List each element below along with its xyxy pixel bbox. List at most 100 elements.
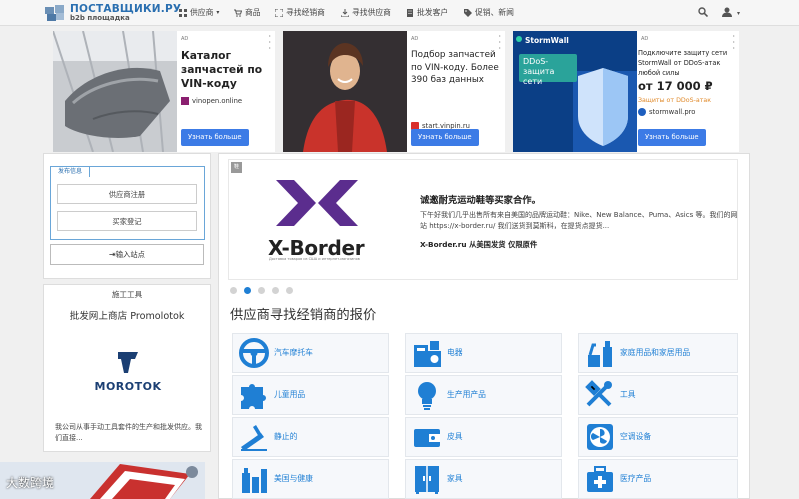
watermark: 大数跨境 <box>6 476 55 490</box>
cart-icon <box>234 9 242 17</box>
ad-image-brand: StormWall <box>525 36 569 45</box>
user-icon[interactable] <box>722 7 732 17</box>
category-label: 家具 <box>447 474 463 483</box>
carousel-dot[interactable] <box>286 287 293 294</box>
ad-price: от 17 000 ₽ <box>638 79 713 93</box>
section-title: 供应商寻找经销商的报价 <box>230 308 377 323</box>
category-item[interactable]: 美国与健康 <box>232 459 389 499</box>
category-item[interactable]: 生产用产品 <box>405 375 562 415</box>
site-favicon-icon <box>638 108 646 116</box>
nav-find-suppliers[interactable]: 寻找供应商 <box>341 7 391 18</box>
ad-image-text: DDoS-защита сети <box>519 54 577 86</box>
banner-site[interactable]: X-Border.ru 从美国发货 仅限原件 <box>420 240 537 250</box>
category-label: 医疗产品 <box>620 474 652 483</box>
ad-domain-text: stormwall.pro <box>649 108 696 116</box>
category-label: 空调设备 <box>620 432 652 441</box>
nav-promotions-label: 促销、新闻 <box>475 8 514 17</box>
cleaning-icon <box>588 341 612 367</box>
ad-image-car-parts <box>53 31 177 152</box>
nav-find-distributors[interactable]: 寻找经销商 <box>275 7 325 18</box>
stationery-icon <box>241 425 267 451</box>
category-label: 美国与健康 <box>274 474 313 483</box>
nav-suppliers-label: 供应商 <box>190 8 214 17</box>
learn-more-button[interactable]: Узнать больше <box>411 129 479 146</box>
category-item[interactable]: 静止的 <box>232 417 389 457</box>
carousel-dot[interactable] <box>244 287 251 294</box>
login-label: 输入站点 <box>115 250 145 259</box>
tools-icon <box>585 380 612 407</box>
category-label: 生产用产品 <box>447 390 486 399</box>
nav-goods[interactable]: 商品 <box>234 7 261 18</box>
ad-card-vinpin[interactable]: AD · · · Подбор запчастей по VIN-коду. Бол… <box>283 31 505 152</box>
shield-graphic-icon <box>513 31 637 152</box>
logo-subtitle: b2b площадка <box>70 14 130 22</box>
tools-card-subtitle[interactable]: 批发网上商店 Promolotok <box>43 308 211 322</box>
tools-card-description: 我公司从事手动工具套件的生产和批发供应。我们直接... <box>55 423 202 442</box>
learn-more-button[interactable]: Узнать больше <box>181 129 249 146</box>
ad-domain: stormwall.pro <box>638 108 695 116</box>
category-item[interactable]: 医疗产品 <box>578 459 738 499</box>
login-button[interactable]: ⇥输入站点 <box>50 244 204 265</box>
nav-wholesale-clients-label: 批发客户 <box>417 8 449 17</box>
x-border-tagline: Доставка товаров из США и интернет-магаз… <box>269 257 360 261</box>
nav-suppliers[interactable]: 供应商 ▾ <box>179 7 219 18</box>
puzzle-icon <box>241 384 266 409</box>
category-label: 皮具 <box>447 432 463 441</box>
banner-category-badge: 鞋 <box>231 162 242 173</box>
buyer-register-button[interactable]: 买家登记 <box>57 211 197 231</box>
ad-label: AD <box>641 36 649 42</box>
appliances-icon <box>414 341 441 367</box>
tools-card-title: 施工工具 <box>111 290 143 299</box>
nav-wholesale-clients[interactable]: 批发客户 <box>406 7 448 18</box>
site-favicon-icon <box>181 97 189 105</box>
nav-promotions[interactable]: 促销、新闻 <box>464 7 514 18</box>
search-icon[interactable] <box>698 7 708 17</box>
x-border-logo-icon <box>276 180 358 226</box>
category-label: 静止的 <box>274 432 298 441</box>
ad-title: Подключите защиту сети StormWall от DDoS… <box>638 49 728 77</box>
promolotok-logo: MOROTOK <box>92 350 164 394</box>
carousel-dot[interactable] <box>272 287 279 294</box>
nav-goods-label: 商品 <box>245 8 261 17</box>
carousel-dot[interactable] <box>258 287 265 294</box>
category-item[interactable]: 家庭用品和家居用品 <box>578 333 738 373</box>
ad-image-mechanic <box>283 31 407 152</box>
ad-label: AD <box>411 36 419 42</box>
ad-domain: vinopen.online <box>181 97 242 105</box>
fan-icon <box>587 424 613 450</box>
category-label: 家庭用品和家居用品 <box>620 348 691 357</box>
grid-icon <box>179 8 187 17</box>
nav-find-suppliers-label: 寻找供应商 <box>352 8 391 17</box>
banner-title[interactable]: 诚邀耐克运动鞋等买家合作。 <box>420 192 541 206</box>
category-label: 汽车摩托车 <box>274 348 313 357</box>
logo-text: MOROTOK <box>94 380 162 393</box>
category-item[interactable]: 汽车摩托车 <box>232 333 389 373</box>
publish-tab[interactable]: 发布信息 <box>50 166 90 177</box>
tag-icon <box>464 8 472 17</box>
supplier-register-button[interactable]: 供应商注册 <box>57 184 197 204</box>
category-item[interactable]: 儿童用品 <box>232 375 389 415</box>
ad-domain-text: vinopen.online <box>192 97 243 105</box>
wallet-icon <box>414 429 440 447</box>
category-item[interactable]: 电器 <box>405 333 562 373</box>
ad-card-stormwall[interactable]: StormWall DDoS-защита сети AD · · · Подклю… <box>513 31 739 152</box>
category-label: 工具 <box>620 390 636 399</box>
carousel-dot[interactable] <box>230 287 237 294</box>
logo-icon[interactable] <box>44 4 66 22</box>
category-item[interactable]: 家具 <box>405 459 562 499</box>
nav-find-distributors-label: 寻找经销商 <box>286 8 325 17</box>
ad-label: AD <box>181 36 189 42</box>
category-item[interactable]: 工具 <box>578 375 738 415</box>
category-item[interactable]: 皮具 <box>405 417 562 457</box>
wardrobe-icon <box>415 466 439 494</box>
lightbulb-icon <box>418 382 436 410</box>
expand-icon <box>275 8 283 17</box>
learn-more-button[interactable]: Узнать больше <box>638 129 706 146</box>
ad-title: Каталог запчастей по VIN-коду <box>181 49 263 90</box>
chevron-down-icon: ▾ <box>216 9 220 16</box>
user-menu-chevron-icon[interactable]: ▾ <box>737 10 740 17</box>
category-label: 电器 <box>447 348 463 357</box>
ad-card-vinopen[interactable]: AD · · · Каталог запчастей по VIN-коду vin… <box>53 31 275 152</box>
category-item[interactable]: 空调设备 <box>578 417 738 457</box>
hammer-logo-icon <box>118 352 138 373</box>
